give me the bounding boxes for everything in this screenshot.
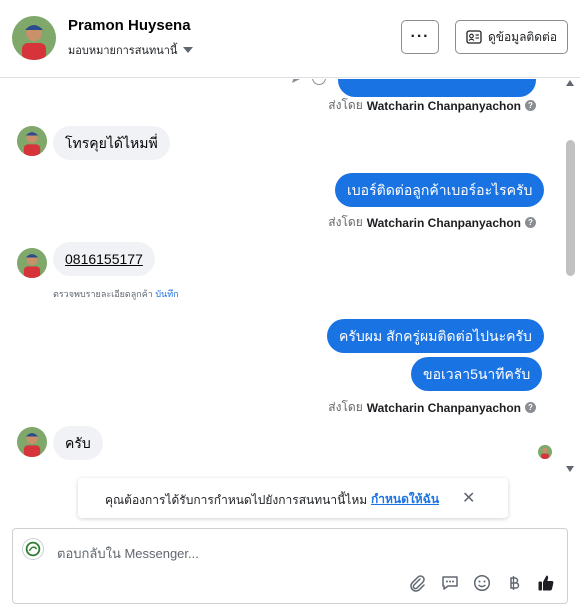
incoming-message[interactable]: ครับ: [53, 426, 103, 460]
help-icon: ?: [525, 217, 536, 228]
sent-by-info: ส่งโดย Watcharin Chanpanyachon?: [328, 213, 536, 232]
help-icon: ?: [525, 100, 536, 111]
incoming-message[interactable]: โทรคุยได้ไหมพี่: [53, 126, 170, 160]
scrollbar-thumb[interactable]: [566, 140, 575, 276]
view-contact-label: ดูข้อมูลติดต่อ: [487, 29, 558, 44]
reply-composer[interactable]: ตอบกลับใน Messenger...: [12, 528, 568, 604]
close-icon[interactable]: ✕: [462, 488, 475, 508]
detected-label: ตรวจพบรายละเอียดลูกค้า: [53, 289, 153, 299]
phone-number-link[interactable]: 0816155177: [65, 251, 143, 267]
notice-text: คุณต้องการได้รับการกำหนดไปยังการสนทนานี้…: [105, 493, 368, 507]
outgoing-message[interactable]: [338, 79, 536, 97]
outgoing-message[interactable]: ครับผม สักครู่ผมติดต่อไปนะครับ: [327, 319, 544, 353]
emoji-icon[interactable]: [472, 573, 492, 593]
agent-name: Watcharin Chanpanyachon: [366, 98, 521, 113]
save-link[interactable]: บันทึก: [155, 289, 178, 299]
incoming-message[interactable]: 0816155177: [53, 242, 155, 276]
customer-avatar[interactable]: [17, 126, 47, 156]
saved-replies-icon[interactable]: [440, 573, 460, 593]
conversation-header: Pramon Huysena มอบหมายการสนทนานี้ ··· ดู…: [0, 0, 580, 78]
sent-by-label: ส่งโดย: [328, 400, 363, 414]
outgoing-message[interactable]: ขอเวลา5นาทีครับ: [411, 357, 543, 391]
scroll-up-arrow[interactable]: [566, 80, 574, 86]
agent-name: Watcharin Chanpanyachon: [366, 400, 521, 415]
customer-name[interactable]: Pramon Huysena: [68, 17, 191, 34]
agent-name: Watcharin Chanpanyachon: [366, 215, 521, 230]
sent-by-label: ส่งโดย: [328, 98, 363, 112]
sent-by-label: ส่งโดย: [328, 215, 363, 229]
scrollbar-track[interactable]: [565, 79, 576, 477]
customer-avatar[interactable]: [17, 427, 47, 457]
reply-input[interactable]: ตอบกลับใน Messenger...: [57, 543, 199, 564]
assign-to-me-link[interactable]: กำหนดให้ฉัน: [371, 490, 439, 509]
chevron-down-icon: [183, 47, 194, 53]
read-receipt-avatar: [538, 445, 552, 459]
customer-info-detected: ตรวจพบรายละเอียดลูกค้า บันทึก: [53, 287, 179, 301]
assign-conversation-dropdown[interactable]: มอบหมายการสนทนานี้: [68, 41, 194, 59]
scroll-down-arrow[interactable]: [566, 466, 574, 472]
attachment-icon[interactable]: [407, 573, 427, 593]
customer-avatar[interactable]: [12, 16, 56, 60]
outgoing-message[interactable]: เบอร์ติดต่อลูกค้าเบอร์อะไรครับ: [335, 173, 545, 207]
customer-avatar[interactable]: [17, 248, 47, 278]
contact-card-icon: [466, 30, 482, 44]
assign-label: มอบหมายการสนทนานี้: [68, 45, 178, 57]
like-thumbs-up-icon[interactable]: [536, 573, 556, 593]
message-thread[interactable]: ส่งโดย Watcharin Chanpanyachon? โทรคุยได้…: [0, 79, 580, 519]
sent-by-info: ส่งโดย Watcharin Chanpanyachon?: [328, 96, 536, 115]
help-icon: ?: [525, 402, 536, 413]
sent-by-info: ส่งโดย Watcharin Chanpanyachon?: [328, 398, 536, 417]
messenger-icon: [290, 79, 304, 85]
assignment-notice: คุณต้องการได้รับการกำหนดไปยังการสนทนานี้…: [78, 478, 508, 518]
seen-icon: [312, 79, 326, 85]
more-options-button[interactable]: ···: [401, 20, 439, 54]
payment-baht-icon[interactable]: [504, 573, 524, 593]
page-avatar: [22, 538, 44, 560]
view-contact-button[interactable]: ดูข้อมูลติดต่อ: [455, 20, 568, 54]
